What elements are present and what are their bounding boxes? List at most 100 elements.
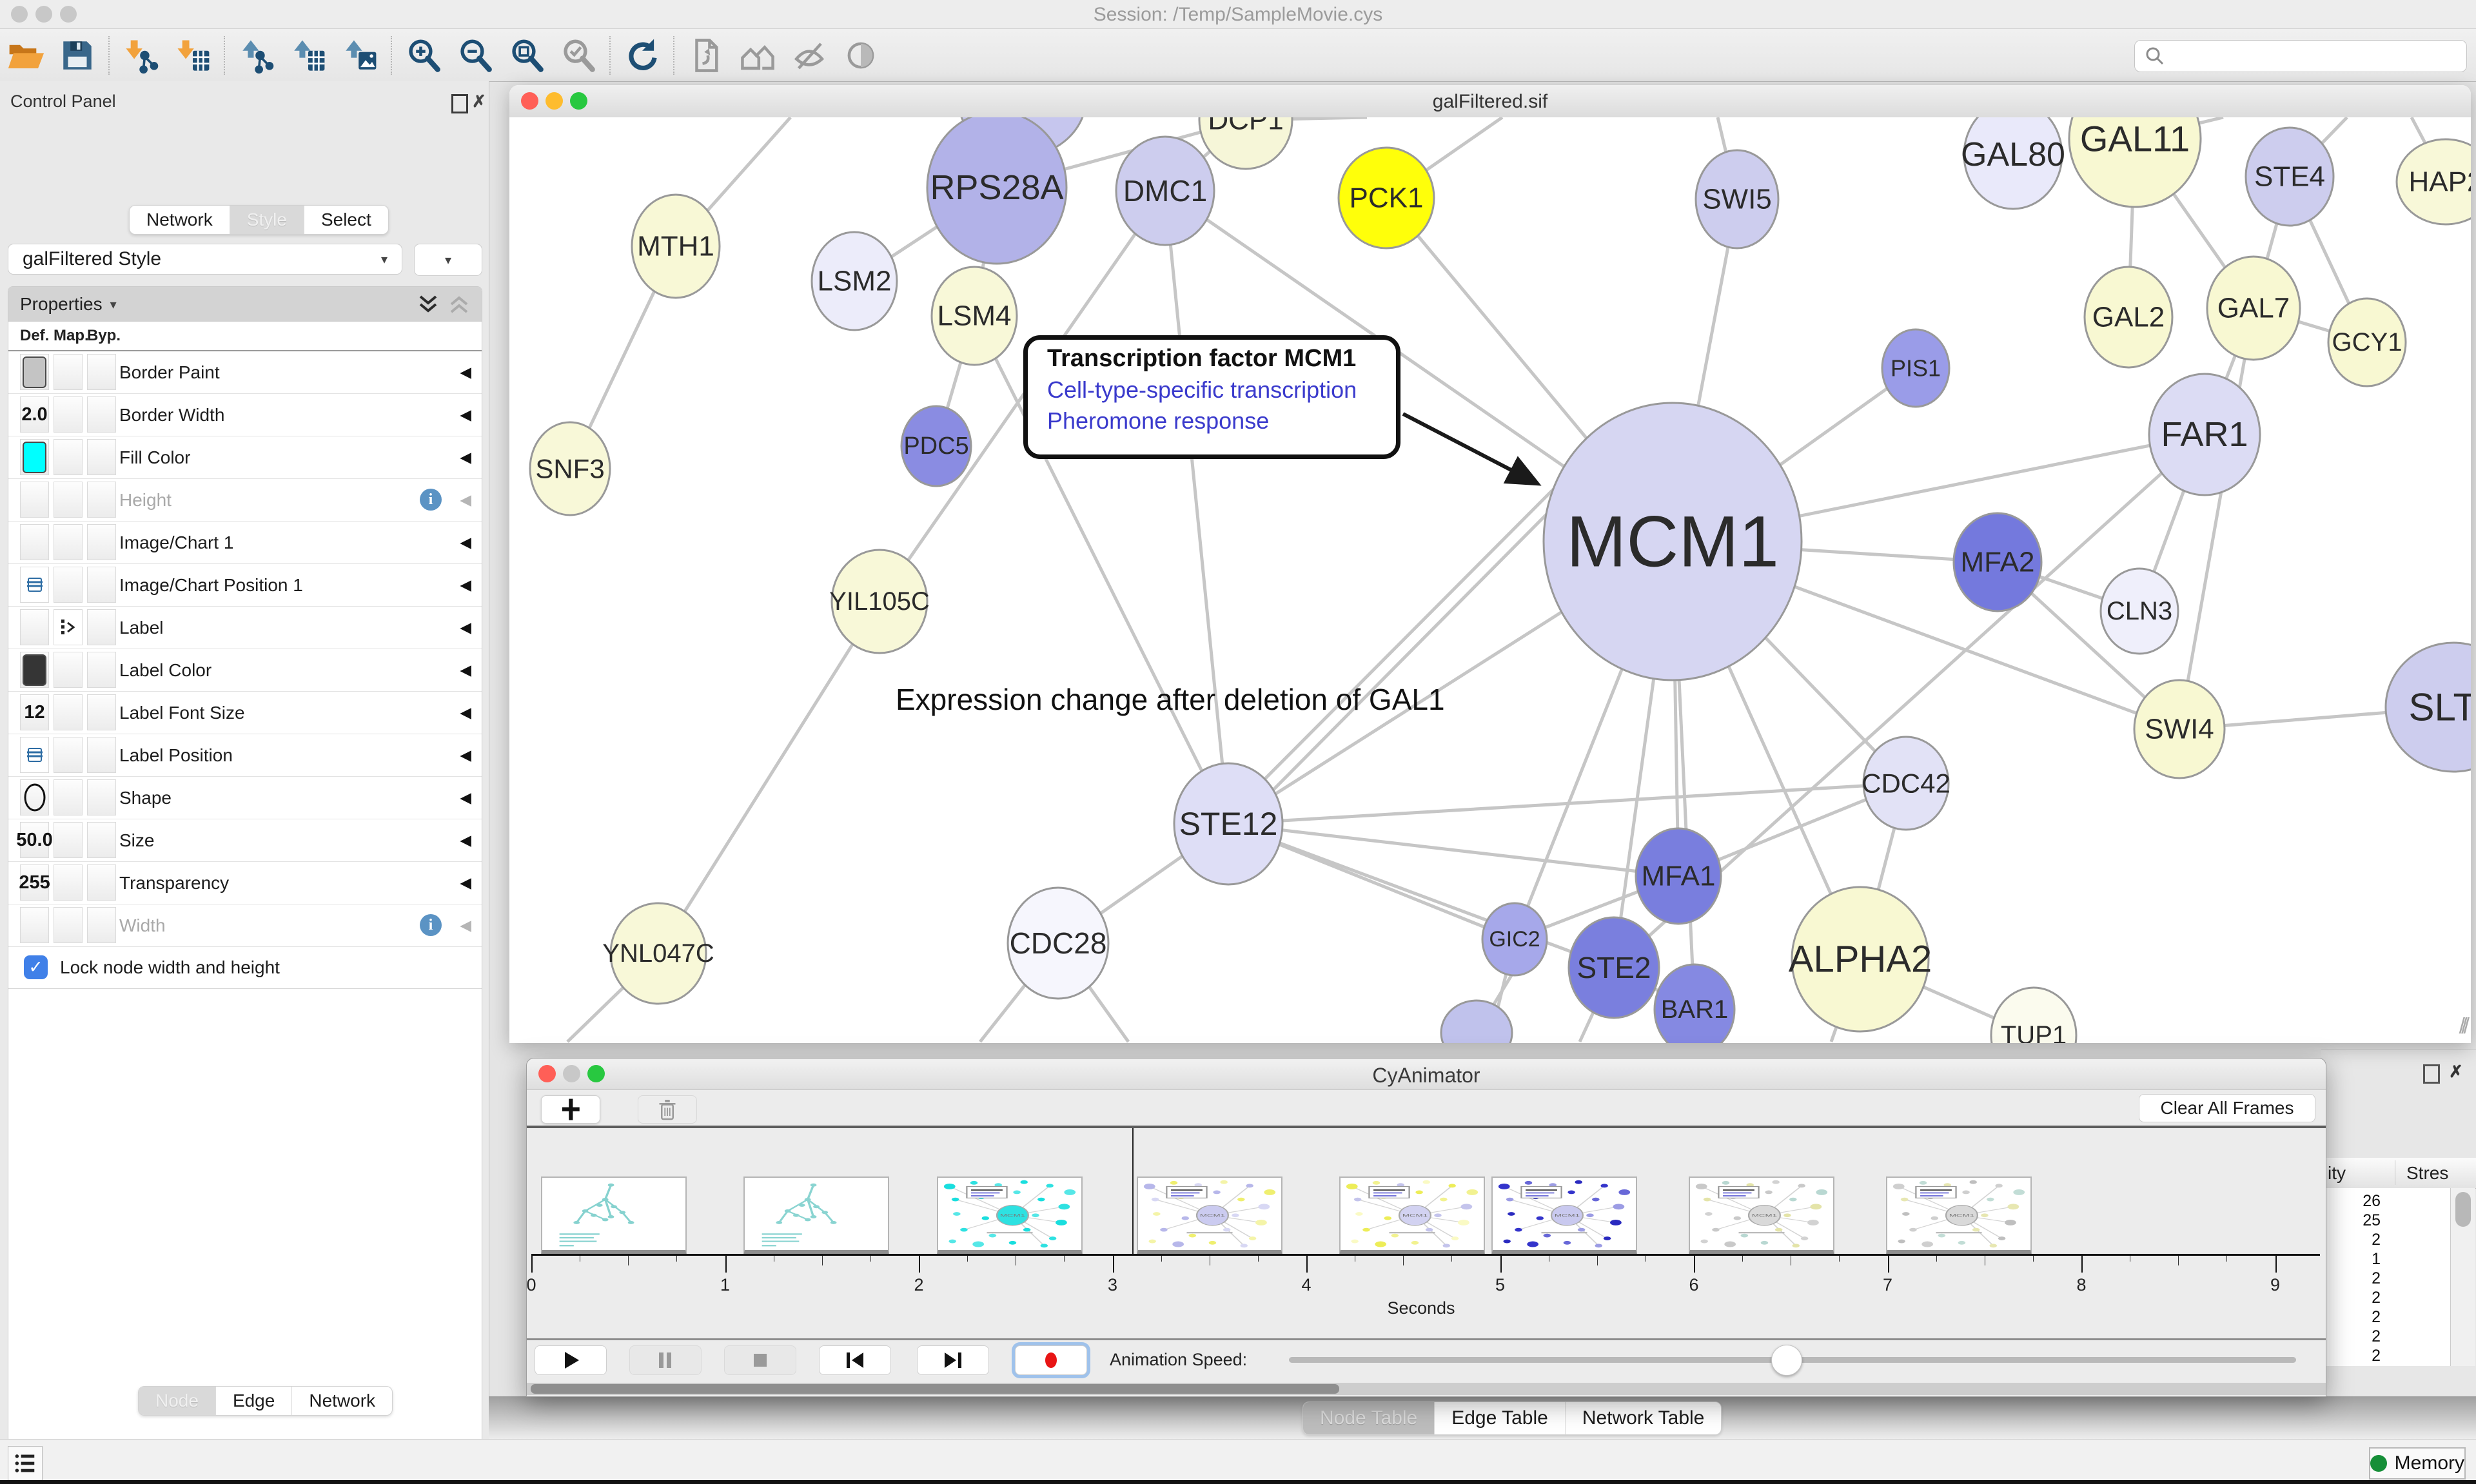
mapping-cell[interactable] bbox=[54, 822, 83, 858]
property-row-label[interactable]: Label◀ bbox=[8, 607, 482, 649]
default-value-cell[interactable] bbox=[20, 439, 49, 475]
export-image-icon[interactable] bbox=[334, 35, 386, 76]
collapse-all-icon[interactable] bbox=[448, 293, 470, 316]
skip-start-button[interactable] bbox=[819, 1345, 891, 1375]
default-value-cell[interactable] bbox=[20, 567, 49, 603]
annotation-link[interactable]: Cell-type-specific transcription bbox=[1047, 376, 1396, 404]
info-icon[interactable]: i bbox=[420, 489, 442, 511]
stop-button[interactable] bbox=[724, 1345, 796, 1375]
default-value-cell[interactable] bbox=[20, 524, 49, 560]
property-row-shape[interactable]: Shape◀ bbox=[8, 777, 482, 819]
default-value-cell[interactable] bbox=[20, 354, 49, 390]
expand-arrow-icon[interactable]: ◀ bbox=[460, 607, 471, 649]
mapping-cell[interactable] bbox=[54, 694, 83, 730]
float-panel-icon[interactable] bbox=[2423, 1064, 2440, 1084]
play-button[interactable] bbox=[535, 1345, 607, 1375]
expand-arrow-icon[interactable]: ◀ bbox=[460, 862, 471, 904]
frame-thumbnail-5[interactable]: MCM1 bbox=[1491, 1176, 1637, 1255]
network-edge[interactable] bbox=[658, 601, 879, 953]
mapping-cell[interactable] bbox=[54, 482, 83, 518]
animation-speed-knob[interactable] bbox=[1771, 1345, 1802, 1376]
open-session-icon[interactable] bbox=[0, 35, 52, 76]
property-row-transparency[interactable]: 255Transparency◀ bbox=[8, 862, 482, 904]
network-window-titlebar[interactable]: galFiltered.sif bbox=[509, 85, 2471, 118]
expand-arrow-icon[interactable]: ◀ bbox=[460, 522, 471, 563]
mapping-cell[interactable] bbox=[54, 864, 83, 901]
property-row-height[interactable]: Heighti◀ bbox=[8, 479, 482, 522]
tab-select[interactable]: Select bbox=[304, 206, 388, 234]
column-header[interactable]: Stres bbox=[2406, 1163, 2448, 1184]
bypass-cell[interactable] bbox=[87, 439, 116, 475]
network-edge[interactable] bbox=[1256, 482, 1560, 788]
default-value-cell[interactable]: 12 bbox=[20, 694, 49, 730]
frame-thumbnail-7[interactable]: MCM1 bbox=[1886, 1176, 2032, 1255]
frame-thumbnail-6[interactable]: MCM1 bbox=[1689, 1176, 1834, 1255]
frame-thumbnail-4[interactable]: MCM1 bbox=[1339, 1176, 1485, 1255]
expand-arrow-icon[interactable]: ◀ bbox=[460, 692, 471, 734]
export-network-icon[interactable] bbox=[231, 35, 282, 76]
default-value-cell[interactable]: 2.0 bbox=[20, 396, 49, 433]
bypass-cell[interactable] bbox=[87, 907, 116, 943]
property-row-border-width[interactable]: 2.0Border Width◀ bbox=[8, 394, 482, 436]
network-edge[interactable] bbox=[1265, 493, 1568, 798]
bypass-cell[interactable] bbox=[87, 779, 116, 815]
import-table-icon[interactable] bbox=[167, 35, 219, 76]
close-panel-icon[interactable]: ✗ bbox=[2449, 1062, 2463, 1082]
bypass-cell[interactable] bbox=[87, 737, 116, 773]
properties-header[interactable]: Properties ▾ bbox=[8, 287, 482, 322]
bypass-cell[interactable] bbox=[87, 482, 116, 518]
mapping-cell[interactable] bbox=[54, 567, 83, 603]
memory-button[interactable]: Memory bbox=[2369, 1447, 2466, 1479]
duplicate-view-icon[interactable] bbox=[680, 35, 732, 76]
pause-button[interactable] bbox=[629, 1345, 702, 1375]
resize-grip[interactable]: /// bbox=[2459, 1014, 2466, 1039]
tab-style[interactable]: Style bbox=[230, 206, 304, 234]
table-body[interactable]: 26252122222 bbox=[2323, 1188, 2450, 1366]
zoom-out-icon[interactable] bbox=[449, 35, 501, 76]
save-session-icon[interactable] bbox=[52, 35, 103, 76]
tab-node[interactable]: Node bbox=[139, 1387, 215, 1415]
mapping-cell[interactable] bbox=[54, 396, 83, 433]
timeline-scrollbar[interactable] bbox=[527, 1383, 2326, 1395]
table-cell[interactable]: 2 bbox=[2323, 1269, 2381, 1288]
default-value-cell[interactable] bbox=[20, 737, 49, 773]
mapping-cell[interactable] bbox=[54, 907, 83, 943]
mapping-cell[interactable] bbox=[54, 779, 83, 815]
table-cell[interactable]: 2 bbox=[2323, 1327, 2381, 1346]
close-panel-icon[interactable]: ✗ bbox=[472, 92, 486, 112]
expand-arrow-icon[interactable]: ◀ bbox=[460, 436, 471, 478]
expand-arrow-icon[interactable]: ◀ bbox=[460, 734, 471, 776]
scrollbar-thumb[interactable] bbox=[531, 1384, 1339, 1394]
expand-arrow-icon[interactable]: ◀ bbox=[460, 564, 471, 606]
property-row-width[interactable]: Widthi◀ bbox=[8, 904, 482, 947]
skip-end-button[interactable] bbox=[917, 1345, 989, 1375]
network-canvas[interactable]: RPS28BDCP1RPS28ADMC1PCK1MTH1LSM2LSM4SNF3… bbox=[509, 117, 2471, 1043]
lock-checkbox[interactable]: ✓ bbox=[24, 955, 48, 979]
text-annotation[interactable]: Expression change after deletion of GAL1 bbox=[896, 682, 1445, 717]
import-network-icon[interactable] bbox=[115, 35, 167, 76]
property-row-size[interactable]: 50.0Size◀ bbox=[8, 819, 482, 862]
property-row-label-font-size[interactable]: 12Label Font Size◀ bbox=[8, 692, 482, 734]
expand-arrow-icon[interactable]: ◀ bbox=[460, 479, 471, 521]
float-panel-icon[interactable] bbox=[451, 94, 468, 113]
property-row-label-color[interactable]: Label Color◀ bbox=[8, 649, 482, 692]
expand-arrow-icon[interactable]: ◀ bbox=[460, 777, 471, 819]
network-node-part1[interactable] bbox=[1441, 1001, 1512, 1043]
default-value-cell[interactable] bbox=[20, 779, 49, 815]
search-input[interactable] bbox=[2134, 40, 2467, 72]
zoom-selected-icon[interactable] bbox=[553, 35, 604, 76]
property-row-fill-color[interactable]: Fill Color◀ bbox=[8, 436, 482, 479]
hide-graphics-icon[interactable] bbox=[783, 35, 835, 76]
default-value-cell[interactable]: 50.0 bbox=[20, 822, 49, 858]
frame-thumbnail-0[interactable] bbox=[541, 1176, 687, 1255]
export-table-icon[interactable] bbox=[282, 35, 334, 76]
table-cell[interactable]: 25 bbox=[2323, 1211, 2381, 1230]
bypass-cell[interactable] bbox=[87, 864, 116, 901]
bypass-cell[interactable] bbox=[87, 652, 116, 688]
mapping-cell[interactable] bbox=[54, 354, 83, 390]
frame-thumbnail-3[interactable]: MCM1 bbox=[1137, 1176, 1282, 1255]
bypass-cell[interactable] bbox=[87, 524, 116, 560]
tab-edge[interactable]: Edge bbox=[215, 1387, 291, 1415]
property-row-image-chart-1[interactable]: Image/Chart 1◀ bbox=[8, 522, 482, 564]
table-cell[interactable]: 2 bbox=[2323, 1308, 2381, 1327]
